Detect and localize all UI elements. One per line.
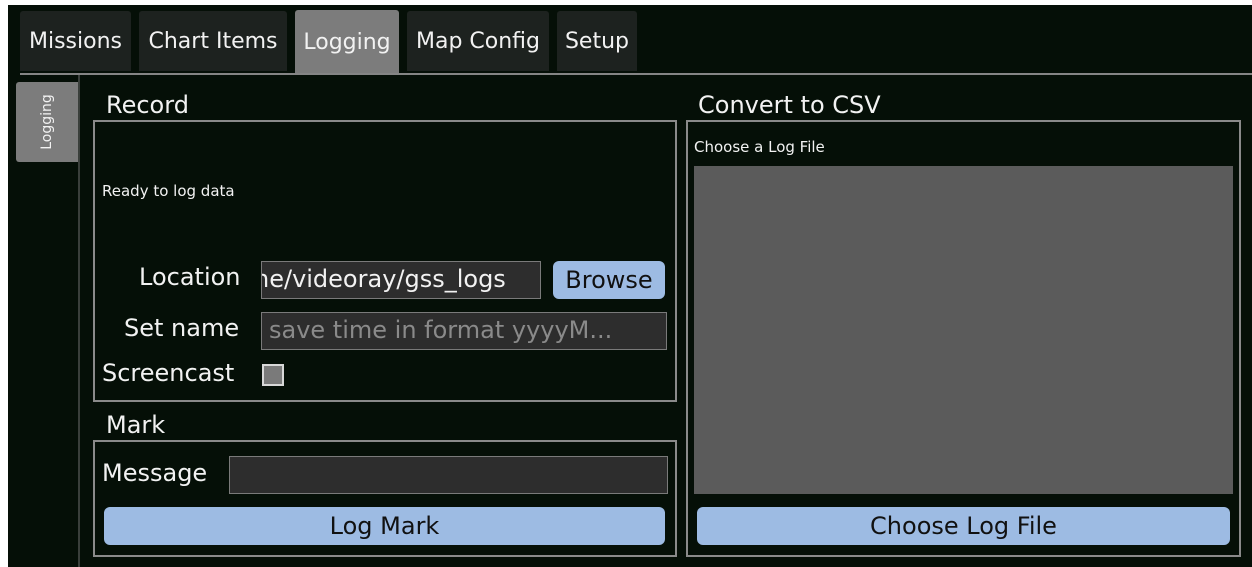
convert-csv-group-title: Convert to CSV (694, 91, 887, 119)
choose-log-file-button[interactable]: Choose Log File (697, 507, 1230, 545)
side-tab-logging[interactable]: Logging (16, 82, 78, 162)
side-tab-divider (78, 75, 80, 567)
message-label: Message (102, 459, 208, 487)
tab-map-config[interactable]: Map Config (407, 11, 549, 71)
record-group-title: Record (102, 91, 195, 119)
message-field[interactable] (229, 456, 668, 494)
tab-bar-divider (20, 73, 1252, 75)
screencast-checkbox[interactable] (262, 364, 284, 386)
side-tab-label: Logging (39, 94, 55, 150)
log-file-list[interactable] (694, 166, 1233, 494)
set-name-field[interactable]: save time in format yyyyM... (261, 312, 667, 350)
browse-button[interactable]: Browse (553, 261, 665, 299)
choose-log-prompt: Choose a Log File (694, 138, 825, 156)
location-field[interactable]: ne/videoray/gss_logs (261, 261, 541, 299)
tab-chart-items[interactable]: Chart Items (139, 11, 287, 71)
main-tab-bar: Missions Chart Items Logging Map Config … (8, 5, 1252, 75)
record-status-text: Ready to log data (102, 182, 235, 200)
set-name-label: Set name (124, 314, 240, 342)
screencast-label: Screencast (102, 359, 235, 387)
tab-logging[interactable]: Logging (295, 10, 399, 74)
mark-group-title: Mark (102, 411, 172, 439)
tab-setup[interactable]: Setup (557, 11, 637, 71)
log-mark-button[interactable]: Log Mark (104, 507, 665, 545)
tab-missions[interactable]: Missions (20, 11, 131, 71)
app-window: Missions Chart Items Logging Map Config … (8, 5, 1252, 567)
location-label: Location (139, 263, 241, 291)
